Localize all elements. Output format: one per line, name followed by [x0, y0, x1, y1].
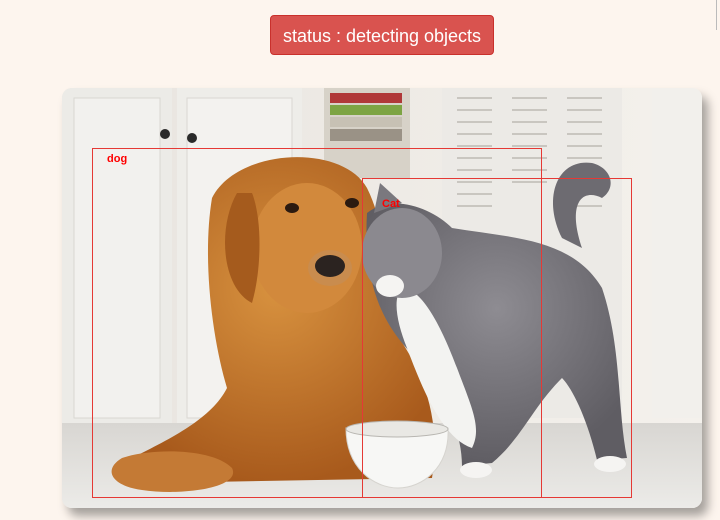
detection-box-cat [362, 178, 632, 498]
detection-image: dog Cat [62, 88, 702, 508]
window-edge [716, 0, 720, 30]
detection-label-dog: dog [107, 153, 128, 165]
detection-label-cat: Cat [382, 198, 400, 210]
status-button[interactable]: status : detecting objects [270, 15, 494, 55]
